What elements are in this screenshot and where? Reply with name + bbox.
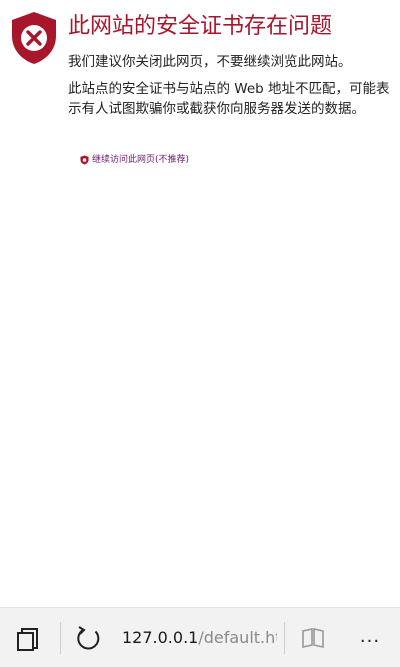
reading-view-icon[interactable] <box>300 626 326 652</box>
address-bar[interactable]: 127.0.0.1/default.ht <box>122 626 277 650</box>
refresh-icon[interactable] <box>74 623 104 653</box>
continue-to-site-link[interactable]: 继续访问此网页(不推荐) <box>80 154 189 166</box>
address-path: /default.ht <box>198 628 277 647</box>
shield-x-icon <box>12 12 56 64</box>
continue-link-label: 继续访问此网页(不推荐) <box>92 155 190 165</box>
browser-toolbar: 127.0.0.1/default.ht ... <box>0 607 400 667</box>
recommendation-text: 我们建议你关闭此网页，不要继续浏览此网站。 <box>68 54 352 70</box>
details-text: 此站点的安全证书与站点的 Web 地址不匹配，可能表示有人试图欺骗你或截获你向服… <box>68 81 390 117</box>
more-button[interactable]: ... <box>352 622 388 652</box>
tabs-icon[interactable] <box>14 624 44 654</box>
toolbar-divider <box>60 622 61 654</box>
page-title: 此网站的安全证书存在问题 <box>68 14 333 39</box>
mini-shield-icon <box>80 155 89 165</box>
address-host: 127.0.0.1 <box>122 628 199 647</box>
toolbar-divider-right <box>284 622 285 654</box>
